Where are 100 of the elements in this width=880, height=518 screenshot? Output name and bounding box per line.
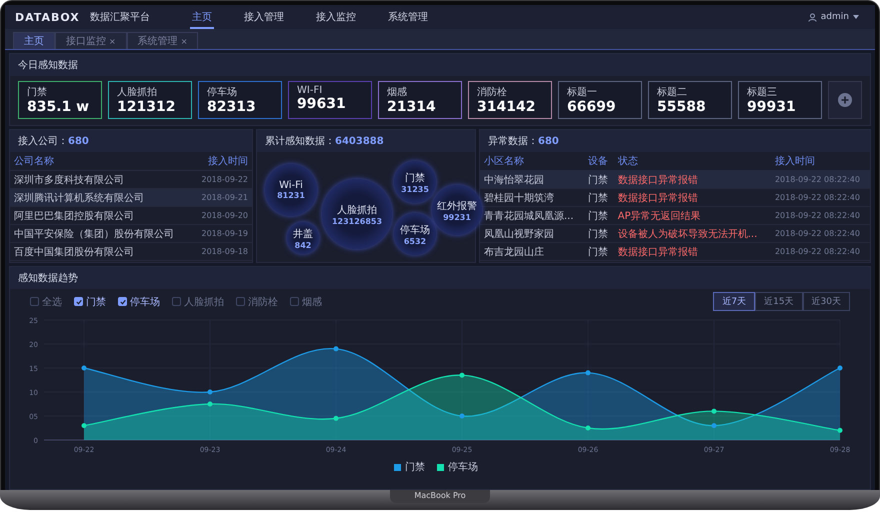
bubble-label: 停车场 [400, 224, 430, 236]
panel-title: 异常数据：680 [480, 130, 870, 152]
panel-title: 感知数据趋势 [10, 267, 870, 289]
stat-label: 停车场 [207, 86, 238, 99]
data-point [460, 372, 464, 378]
bubble-label: 井盖 [293, 228, 313, 240]
table-cell: 2018-09-22 08:22:40 [770, 188, 870, 206]
table-cell: 设备被人为破坏导致无法开机... [614, 224, 771, 242]
table-cell: 布吉龙园山庄 [480, 242, 584, 260]
stat-label: 消防栓 [477, 86, 508, 99]
table-row[interactable]: 中海怡翠花园 门禁 数据接口异常报错 2018-09-22 08:22:40 [480, 170, 870, 188]
user-icon [808, 12, 817, 22]
table-row[interactable]: 布吉龙园山庄 门禁 数据接口异常报错 2018-09-22 08:22:40 [480, 242, 870, 260]
nav-tab[interactable]: 接入监控 [314, 6, 358, 28]
table-row[interactable]: 凤凰山视野家园 门禁 设备被人为破坏导致无法开机... 2018-09-22 08:22:40 [480, 224, 870, 242]
page-tab[interactable]: 系统管理 × [126, 32, 198, 49]
bubble-value: 123126853 [332, 216, 382, 226]
table-cell: 凤凰山视野家园 [480, 224, 584, 242]
table-cell: 2018-09-20 [192, 206, 252, 224]
table-row[interactable]: 深圳腾讯计算机系统有限公司 2018-09-21 [10, 188, 252, 206]
stat-label: WI-FI [297, 85, 324, 96]
range-tab[interactable]: 近7天 [713, 292, 756, 311]
app-subtitle: 数据汇聚平台 [90, 10, 150, 24]
table-cell: 门禁 [584, 170, 614, 188]
table-cell: 门禁 [584, 224, 614, 242]
bubble-value: 31235 [401, 184, 429, 194]
stat-value: 82313 [207, 99, 257, 115]
add-button[interactable] [828, 81, 862, 119]
table-cell: 门禁 [584, 206, 614, 224]
stat-label: 门禁 [27, 86, 48, 99]
bubble-label: 红外报警 [437, 200, 477, 212]
user-menu[interactable]: admin [802, 11, 865, 23]
stat-value: 835.1 w [27, 99, 90, 115]
stat-value: 99631 [297, 96, 347, 112]
data-point [334, 416, 338, 421]
data-point [712, 423, 716, 428]
table-row[interactable]: 碧桂园十期筑湾 门禁 数据接口异常报错 2018-09-22 08:22:40 [480, 188, 870, 206]
table-cell: AP异常无返回结果 [614, 206, 771, 224]
table-cell: 中海怡翠花园 [480, 170, 584, 188]
data-point [82, 366, 86, 370]
table-cell: 百度中国集团股份有限公司 [10, 242, 193, 260]
bubble-label: 人脸抓拍 [337, 204, 377, 216]
data-point [334, 346, 338, 352]
data-point [208, 390, 212, 394]
stat-label: 标题二 [657, 86, 688, 99]
stat-label: 烟感 [387, 86, 408, 99]
panel-title: 今日感知数据 [10, 54, 870, 76]
bubble-value: 842 [294, 240, 312, 250]
table-cell: 数据接口异常报错 [614, 170, 771, 188]
table-row[interactable]: 阿里巴巴集团控股有限公司 2018-09-20 [10, 206, 252, 224]
table-row[interactable]: 青青花园城凤凰源... 门禁 AP异常无返回结果 2018-09-22 08:22:40 [480, 206, 870, 224]
column-header: 公司名称 [10, 152, 193, 170]
table-cell: 阿里巴巴集团控股有限公司 [10, 206, 193, 224]
table-cell: 2018-09-22 08:22:40 [770, 206, 870, 224]
table-cell: 中国平安保险（集团）股份有限公司 [10, 224, 193, 242]
series-checkbox[interactable]: 消防栓 [236, 294, 278, 308]
plus-icon [838, 93, 852, 107]
table-cell: 数据接口异常报错 [614, 188, 771, 206]
stat-label: 标题一 [567, 86, 598, 99]
data-point [460, 414, 464, 418]
page-tab[interactable]: 接口监控 × [55, 32, 127, 49]
nav-tab[interactable]: 系统管理 [386, 6, 430, 28]
panel-title: 累计感知数据：6403888 [257, 130, 475, 152]
column-header: 接入时间 [192, 152, 252, 170]
table-cell: 2018-09-19 [192, 224, 252, 242]
nav-tab[interactable]: 接入管理 [242, 6, 286, 28]
series-checkbox[interactable]: 烟感 [290, 294, 322, 308]
caret-icon [853, 15, 859, 19]
data-point [586, 426, 590, 430]
table-cell: 深圳腾讯计算机系统有限公司 [10, 188, 193, 206]
range-tab[interactable]: 近15天 [755, 292, 803, 311]
checkmark-icon [120, 298, 126, 304]
stat-value: 99931 [747, 99, 797, 115]
bubble-value: 6532 [404, 236, 426, 246]
series-checkbox[interactable]: 人脸抓拍 [172, 294, 224, 308]
table-cell: 门禁 [584, 242, 614, 260]
table-cell: 2018-09-21 [192, 188, 252, 206]
series-checkbox[interactable]: 停车场 [118, 294, 160, 308]
series-checkbox[interactable]: 门禁 [74, 294, 106, 308]
legend-label: 门禁 [405, 460, 425, 474]
series-checkbox[interactable]: 全选 [30, 294, 62, 308]
data-point [208, 402, 212, 406]
data-point [82, 423, 86, 428]
model-label: MacBook Pro [390, 490, 490, 503]
legend-label: 停车场 [448, 460, 478, 474]
stat-value: 55588 [657, 99, 707, 115]
page-tab[interactable]: 主页 [13, 32, 55, 49]
range-tab[interactable]: 近30天 [802, 292, 850, 311]
table-cell: 数据接口异常报错 [614, 242, 771, 260]
table-cell: 门禁 [584, 188, 614, 206]
stat-value: 21314 [387, 99, 437, 115]
panel-title: 接入公司：680 [10, 130, 252, 152]
data-point [838, 366, 842, 370]
bubble-value: 81231 [277, 191, 305, 200]
stat-label: 人脸抓拍 [117, 86, 158, 99]
checkmark-icon [76, 298, 82, 304]
stat-value: 66699 [567, 99, 617, 115]
table-row[interactable]: 百度中国集团股份有限公司 2018-09-18 [10, 242, 252, 260]
table-row[interactable]: 中国平安保险（集团）股份有限公司 2018-09-19 [10, 224, 252, 242]
stat-value: 314142 [477, 99, 536, 115]
